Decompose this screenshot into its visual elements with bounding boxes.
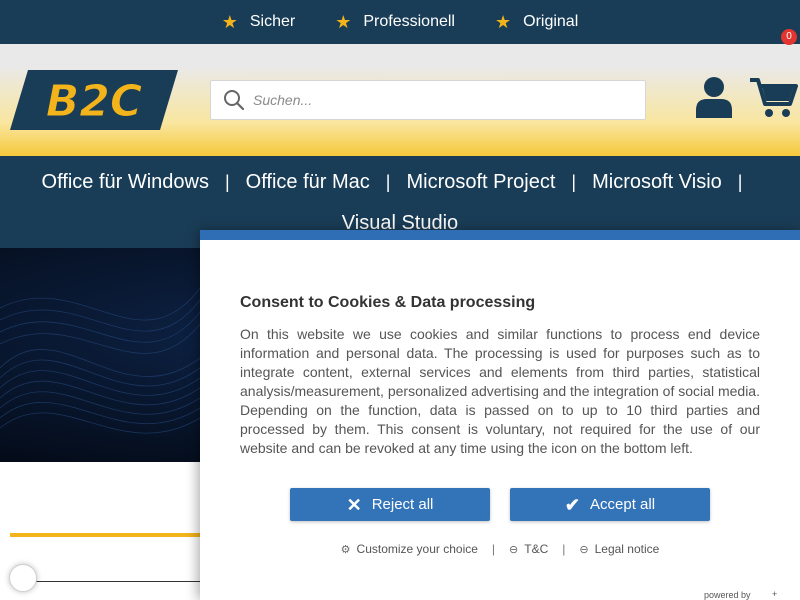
search-icon[interactable] [223, 89, 245, 111]
consent-links: ⚙ Customize your choice | ⊖ T&C | ⊖ Lega… [200, 540, 800, 558]
search-box [210, 80, 646, 120]
powered-by-plus[interactable]: + [772, 589, 777, 599]
accept-all-button[interactable]: ✔ Accept all [510, 488, 710, 521]
top-bar: ★ Sicher ★ Professionell ★ Original [0, 0, 800, 44]
link-label: Customize your choice [356, 542, 478, 556]
link-separator: | [491, 542, 496, 556]
trust-item-professional: ★ Professionell [335, 13, 455, 31]
nav-separator: | [571, 171, 577, 192]
nav-separator: | [737, 171, 743, 192]
checkmark-icon: ✔ [564, 494, 581, 515]
cookie-settings-icon[interactable] [9, 564, 37, 592]
nav-item-office-mac[interactable]: Office für Mac [246, 171, 370, 194]
star-icon: ★ [494, 12, 512, 32]
reject-all-button[interactable]: ✕ Reject all [290, 488, 490, 521]
consent-body: On this website we use cookies and simil… [240, 326, 760, 456]
link-icon: ⊖ [509, 543, 519, 556]
header: B2C [0, 44, 800, 156]
legal-notice-link[interactable]: ⊖ Legal notice [579, 542, 659, 556]
account-icon[interactable] [696, 76, 732, 118]
link-separator: | [562, 542, 566, 556]
nav-item-microsoft-visio[interactable]: Microsoft Visio [592, 171, 722, 194]
trust-label: Sicher [249, 13, 296, 30]
terms-link[interactable]: ⊖ T&C [509, 542, 548, 556]
nav-separator: | [385, 171, 391, 192]
divider [36, 581, 206, 582]
powered-by-label: powered by [704, 590, 751, 600]
trust-label: Original [523, 13, 579, 30]
logo-graphic: B2C [10, 70, 178, 130]
close-icon: ✕ [346, 494, 362, 515]
gear-icon: ⚙ [340, 543, 351, 556]
link-icon: ⊖ [579, 543, 589, 556]
trust-label: Professionell [363, 13, 455, 30]
logo-text: B2C [46, 76, 142, 127]
nav-separator: | [224, 171, 230, 192]
site-logo[interactable]: B2C [10, 70, 178, 130]
page: ★ Sicher ★ Professionell ★ Original B2C [0, 0, 800, 600]
divider [10, 533, 210, 537]
star-icon: ★ [335, 12, 352, 32]
trust-item-secure: ★ Sicher [222, 13, 296, 31]
cart-count-badge: 0 [781, 29, 797, 45]
link-label: T&C [524, 542, 549, 556]
customize-choice-link[interactable]: ⚙ Customize your choice [341, 542, 478, 556]
button-label: Reject all [371, 496, 434, 513]
trust-item-original: ★ Original [495, 13, 578, 31]
nav-item-microsoft-project[interactable]: Microsoft Project [406, 171, 555, 194]
star-icon: ★ [221, 12, 238, 32]
cookie-consent-dialog: Consent to Cookies & Data processing On … [200, 230, 800, 600]
search-input[interactable] [253, 85, 633, 115]
cart-icon[interactable] [748, 74, 798, 120]
button-label: Accept all [590, 496, 656, 513]
nav-item-office-windows[interactable]: Office für Windows [42, 171, 209, 194]
link-label: Legal notice [594, 542, 660, 556]
consent-title: Consent to Cookies & Data processing [240, 294, 536, 311]
nav-row: Office für Windows | Office für Mac | Mi… [0, 168, 800, 196]
